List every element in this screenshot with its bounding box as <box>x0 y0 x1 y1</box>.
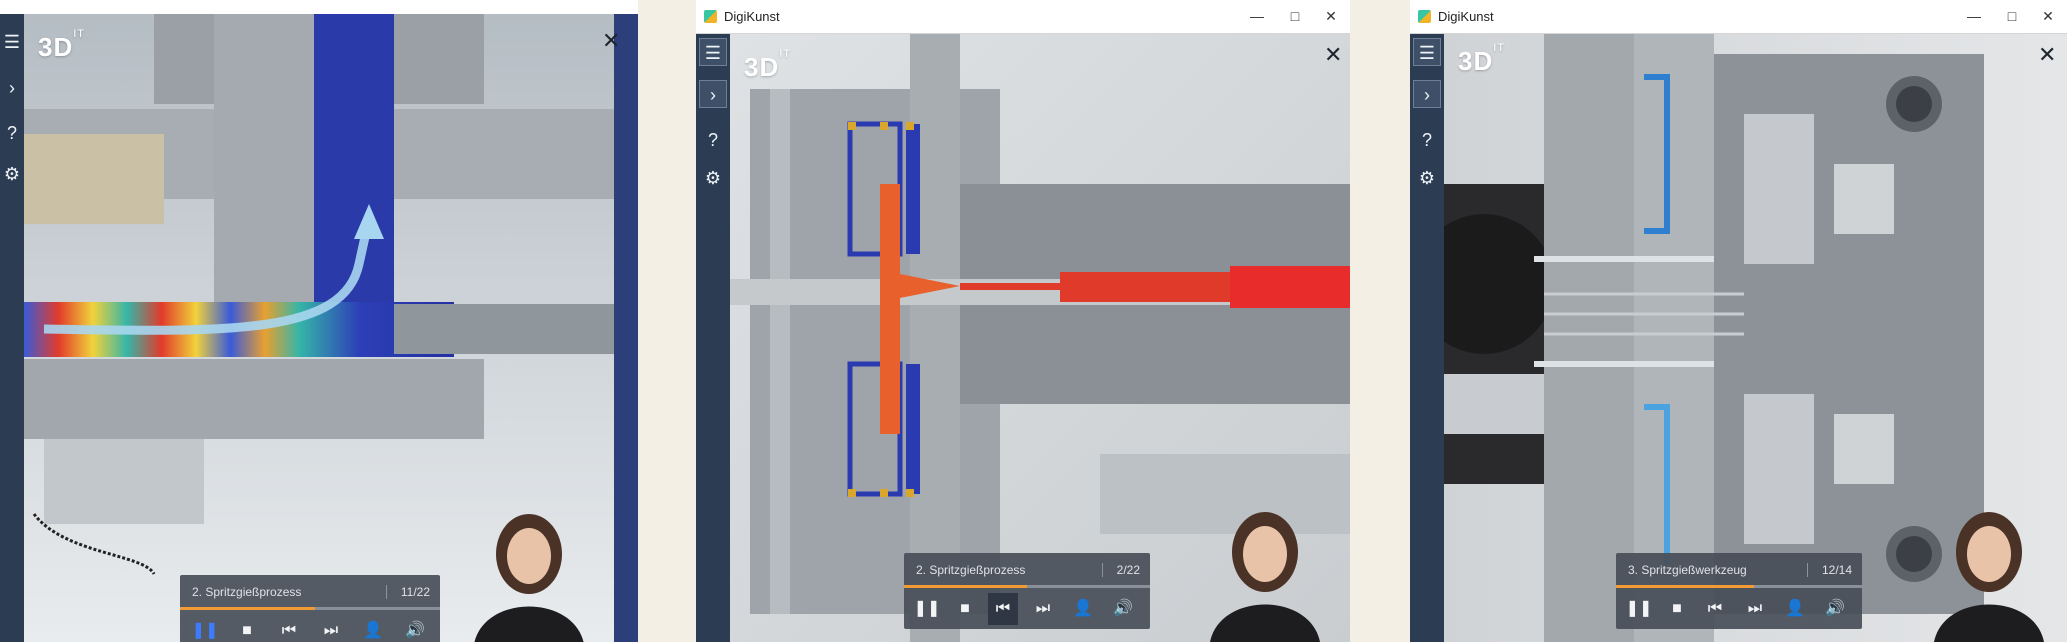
volume-button[interactable]: 🔊 <box>1108 593 1138 625</box>
pause-button[interactable]: ❚❚ <box>912 593 942 625</box>
simulation-viewport[interactable] <box>1414 34 2067 642</box>
sidebar: ☰ › ? ⚙ <box>1410 34 1444 642</box>
maximize-button[interactable]: □ <box>1997 6 2027 26</box>
app-logo-icon <box>704 10 717 23</box>
volume-button[interactable]: 🔊 <box>1820 593 1850 625</box>
media-player: 2. Spritzgießprozess 11/22 ❚❚ ■ ⏮ ⏭ 👤 🔊 <box>180 575 440 642</box>
window-close-button[interactable]: ✕ <box>2033 6 2063 26</box>
maximize-button[interactable]: □ <box>1280 6 1310 26</box>
window-title: DigiKunst <box>724 9 780 24</box>
title-bar: DigiKunst — □ ✕ <box>696 0 1350 34</box>
help-icon[interactable]: ? <box>1413 126 1441 154</box>
lesson-title: 2. Spritzgießprozess <box>916 563 1026 577</box>
presenter-toggle-button[interactable]: 👤 <box>1780 593 1810 625</box>
brand-logo: 3DIT <box>1458 42 1506 76</box>
minimize-button[interactable]: — <box>1242 6 1272 26</box>
window-close-button[interactable]: ✕ <box>1316 6 1346 26</box>
progress-fill <box>180 607 316 610</box>
progress-fill <box>904 585 1027 588</box>
progress-fill <box>1616 585 1754 588</box>
presenter-toggle-button[interactable]: 👤 <box>1068 593 1098 625</box>
expand-icon[interactable]: › <box>0 74 24 102</box>
avatar-presenter <box>1914 492 2064 642</box>
title-bar: DigiKunst — □ ✕ <box>1410 0 2067 34</box>
menu-icon[interactable]: ☰ <box>699 38 727 66</box>
previous-button[interactable]: ⏮ <box>988 593 1018 625</box>
title-bar <box>0 0 638 15</box>
app-logo-icon <box>1418 10 1431 23</box>
sidebar: ☰ › ? ⚙ <box>0 14 24 642</box>
volume-button[interactable]: 🔊 <box>400 615 430 642</box>
player-controls: ❚❚ ■ ⏮ ⏭ 👤 🔊 <box>904 593 1150 625</box>
previous-button[interactable]: ⏮ <box>1700 593 1730 625</box>
close-icon[interactable]: ✕ <box>602 28 620 54</box>
stop-button[interactable]: ■ <box>1662 593 1692 625</box>
app-window-1: ☰ › ? ⚙ 3DIT ✕ 2. Spritzgießprozess 11/2… <box>0 0 638 642</box>
help-icon[interactable]: ? <box>0 119 24 147</box>
menu-icon[interactable]: ☰ <box>0 28 24 56</box>
lesson-title: 2. Spritzgießprozess <box>192 585 302 599</box>
stop-button[interactable]: ■ <box>232 615 262 642</box>
progress-bar[interactable] <box>904 585 1150 588</box>
gear-icon[interactable]: ⚙ <box>1413 164 1441 192</box>
brand-logo: 3DIT <box>744 48 792 82</box>
simulation-viewport[interactable] <box>24 14 638 642</box>
next-button[interactable]: ⏭ <box>1740 593 1770 625</box>
slide-counter: 11/22 <box>385 585 430 599</box>
previous-button[interactable]: ⏮ <box>274 615 304 642</box>
gear-icon[interactable]: ⚙ <box>699 164 727 192</box>
app-window-3: DigiKunst — □ ✕ ☰ › ? ⚙ 3DIT ✕ 3. Spritz… <box>1410 0 2067 642</box>
gear-icon[interactable]: ⚙ <box>0 160 24 188</box>
stop-button[interactable]: ■ <box>950 593 980 625</box>
lesson-title: 3. Spritzgießwerkzeug <box>1628 563 1747 577</box>
player-controls: ❚❚ ■ ⏮ ⏭ 👤 🔊 <box>180 615 440 642</box>
menu-icon[interactable]: ☰ <box>1413 38 1441 66</box>
avatar-presenter <box>1190 492 1340 642</box>
minimize-button[interactable]: — <box>1959 6 1989 26</box>
sidebar: ☰ › ? ⚙ <box>696 34 730 642</box>
progress-bar[interactable] <box>180 607 440 610</box>
simulation-viewport[interactable] <box>730 34 1350 642</box>
presenter-toggle-button[interactable]: 👤 <box>358 615 388 642</box>
close-icon[interactable]: ✕ <box>2038 42 2056 68</box>
brand-logo: 3DIT <box>38 28 86 62</box>
slide-counter: 2/22 <box>1101 563 1140 577</box>
app-window-2: DigiKunst — □ ✕ ☰ › ? ⚙ 3DIT ✕ 2. Spritz… <box>696 0 1350 642</box>
slide-counter: 12/14 <box>1806 563 1852 577</box>
player-controls: ❚❚ ■ ⏮ ⏭ 👤 🔊 <box>1616 593 1862 625</box>
pause-button[interactable]: ❚❚ <box>1624 593 1654 625</box>
pause-button[interactable]: ❚❚ <box>190 615 220 642</box>
expand-icon[interactable]: › <box>699 80 727 108</box>
media-player: 2. Spritzgießprozess 2/22 ❚❚ ■ ⏮ ⏭ 👤 🔊 <box>904 553 1150 629</box>
avatar-presenter <box>454 494 604 642</box>
help-icon[interactable]: ? <box>699 126 727 154</box>
window-title: DigiKunst <box>1438 9 1494 24</box>
progress-bar[interactable] <box>1616 585 1862 588</box>
close-icon[interactable]: ✕ <box>1324 42 1342 68</box>
media-player: 3. Spritzgießwerkzeug 12/14 ❚❚ ■ ⏮ ⏭ 👤 🔊 <box>1616 553 1862 629</box>
next-button[interactable]: ⏭ <box>1028 593 1058 625</box>
expand-icon[interactable]: › <box>1413 80 1441 108</box>
next-button[interactable]: ⏭ <box>316 615 346 642</box>
